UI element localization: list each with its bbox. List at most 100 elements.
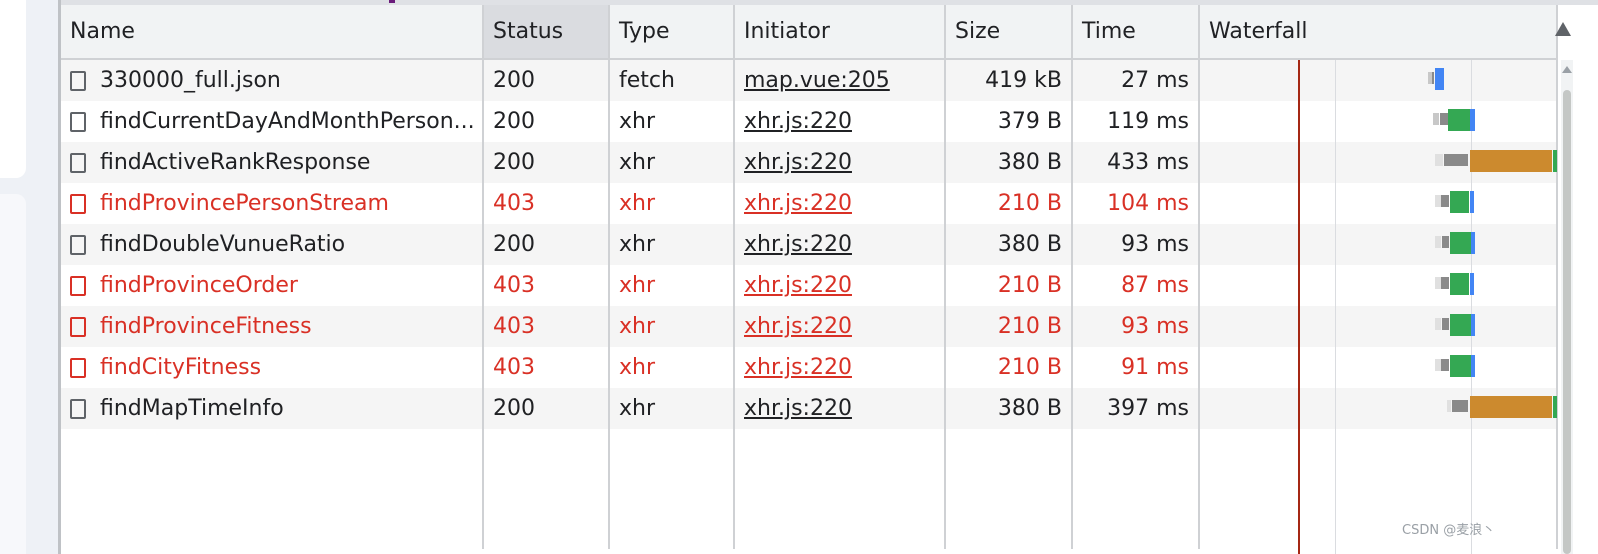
request-row[interactable]: findProvinceOrder 403 xhr xhr.js:220 210 B 87… xyxy=(61,265,1558,306)
column-header-status[interactable]: Status xyxy=(483,5,610,60)
request-time: 91 ms xyxy=(1072,347,1200,388)
initiator-link[interactable]: xhr.js:220 xyxy=(744,355,852,380)
request-time: 27 ms xyxy=(1072,59,1200,101)
request-row[interactable]: findProvinceFitness 403 xhr xhr.js:220 210 B… xyxy=(61,306,1558,347)
name-cell: findActiveRankResponse xyxy=(61,142,484,183)
request-status: 200 xyxy=(483,142,610,183)
initiator-cell[interactable]: xhr.js:220 xyxy=(734,183,946,224)
request-name: findMapTimeInfo xyxy=(100,396,284,421)
waterfall-cell xyxy=(1199,306,1558,347)
column-header-size[interactable]: Size xyxy=(945,5,1073,60)
initiator-cell[interactable]: xhr.js:220 xyxy=(734,101,946,142)
initiator-cell[interactable]: xhr.js:220 xyxy=(734,265,946,306)
waterfall-bar xyxy=(1450,355,1471,377)
request-type: xhr xyxy=(609,183,735,224)
waterfall-bar xyxy=(1441,359,1449,371)
document-icon xyxy=(70,111,86,132)
waterfall-bar xyxy=(1470,273,1474,295)
request-name: findCurrentDayAndMonthPerson... xyxy=(100,109,475,134)
initiator-link[interactable]: xhr.js:220 xyxy=(744,232,852,257)
waterfall-cell xyxy=(1199,183,1558,224)
waterfall-bar xyxy=(1435,236,1441,248)
name-cell: 330000_full.json xyxy=(61,59,484,101)
waterfall-bar xyxy=(1435,68,1444,90)
scroll-up-icon[interactable] xyxy=(1562,66,1572,73)
request-type: xhr xyxy=(609,347,735,388)
request-status: 403 xyxy=(483,347,610,388)
waterfall-bar xyxy=(1553,396,1557,418)
waterfall-bar xyxy=(1471,355,1475,377)
empty-area xyxy=(61,429,1558,549)
waterfall-bar xyxy=(1447,400,1451,412)
request-row[interactable]: findActiveRankResponse 200 xhr xhr.js:220 38… xyxy=(61,142,1558,183)
request-type: xhr xyxy=(609,388,735,429)
request-status: 200 xyxy=(483,224,610,265)
scrollbar-thumb[interactable] xyxy=(1563,90,1571,554)
triangle-up-icon[interactable] xyxy=(1555,22,1571,36)
request-time: 119 ms xyxy=(1072,101,1200,142)
request-row[interactable]: findCityFitness 403 xhr xhr.js:220 210 B 91 m… xyxy=(61,347,1558,388)
waterfall-bar xyxy=(1450,191,1469,213)
document-icon xyxy=(70,152,86,173)
column-header-initiator[interactable]: Initiator xyxy=(734,5,946,60)
column-header-waterfall[interactable]: Waterfall xyxy=(1199,5,1558,60)
request-time: 93 ms xyxy=(1072,306,1200,347)
document-icon xyxy=(70,193,86,214)
waterfall-bar xyxy=(1433,113,1439,125)
document-icon xyxy=(70,357,86,378)
initiator-cell[interactable]: map.vue:205 xyxy=(734,59,946,101)
name-cell: findProvinceOrder xyxy=(61,265,484,306)
waterfall-bar xyxy=(1440,113,1448,125)
request-time: 87 ms xyxy=(1072,265,1200,306)
request-row[interactable]: findMapTimeInfo 200 xhr xhr.js:220 380 B 397 … xyxy=(61,388,1558,429)
document-icon xyxy=(70,234,86,255)
load-event-line xyxy=(1298,60,1300,554)
column-header-type[interactable]: Type xyxy=(609,5,735,60)
name-cell: findCityFitness xyxy=(61,347,484,388)
request-status: 403 xyxy=(483,306,610,347)
waterfall-bar xyxy=(1470,191,1474,213)
waterfall-bar xyxy=(1442,236,1449,248)
network-panel: Name Status Type Initiator Size Time Wat… xyxy=(58,0,1598,554)
column-header-time[interactable]: Time xyxy=(1072,5,1200,60)
document-icon xyxy=(70,70,86,91)
initiator-cell[interactable]: xhr.js:220 xyxy=(734,142,946,183)
request-row[interactable]: findProvincePersonStream 403 xhr xhr.js:220… xyxy=(61,183,1558,224)
name-cell: findMapTimeInfo xyxy=(61,388,484,429)
request-type: xhr xyxy=(609,101,735,142)
request-row[interactable]: findCurrentDayAndMonthPerson... 200 xhr xhr… xyxy=(61,101,1558,142)
request-name: findProvincePersonStream xyxy=(100,191,389,216)
waterfall-bar xyxy=(1471,232,1475,254)
column-header-name[interactable]: Name xyxy=(61,5,484,60)
initiator-link[interactable]: xhr.js:220 xyxy=(744,396,852,421)
document-icon xyxy=(70,316,86,337)
request-name: findProvinceFitness xyxy=(100,314,312,339)
waterfall-bar xyxy=(1435,154,1443,166)
initiator-link[interactable]: xhr.js:220 xyxy=(744,191,852,216)
request-status: 403 xyxy=(483,183,610,224)
request-time: 397 ms xyxy=(1072,388,1200,429)
waterfall-bar xyxy=(1450,314,1471,336)
request-size: 210 B xyxy=(945,183,1073,224)
waterfall-bar xyxy=(1441,195,1449,207)
request-row[interactable]: 330000_full.json 200 fetch map.vue:205 419 k… xyxy=(61,59,1558,101)
initiator-link[interactable]: xhr.js:220 xyxy=(744,314,852,339)
waterfall-bar xyxy=(1452,400,1468,412)
initiator-link[interactable]: map.vue:205 xyxy=(744,68,890,93)
waterfall-bar xyxy=(1450,232,1471,254)
initiator-cell[interactable]: xhr.js:220 xyxy=(734,347,946,388)
waterfall-bar xyxy=(1553,150,1557,172)
initiator-cell[interactable]: xhr.js:220 xyxy=(734,388,946,429)
name-cell: findProvinceFitness xyxy=(61,306,484,347)
request-type: xhr xyxy=(609,142,735,183)
request-time: 433 ms xyxy=(1072,142,1200,183)
initiator-link[interactable]: xhr.js:220 xyxy=(744,150,852,175)
initiator-link[interactable]: xhr.js:220 xyxy=(744,109,852,134)
request-name: findActiveRankResponse xyxy=(100,150,371,175)
initiator-link[interactable]: xhr.js:220 xyxy=(744,273,852,298)
waterfall-cell xyxy=(1199,347,1558,388)
request-row[interactable]: findDoubleVunueRatio 200 xhr xhr.js:220 380 … xyxy=(61,224,1558,265)
initiator-cell[interactable]: xhr.js:220 xyxy=(734,306,946,347)
watermark: CSDN @麦浪丶 xyxy=(1402,523,1496,538)
initiator-cell[interactable]: xhr.js:220 xyxy=(734,224,946,265)
